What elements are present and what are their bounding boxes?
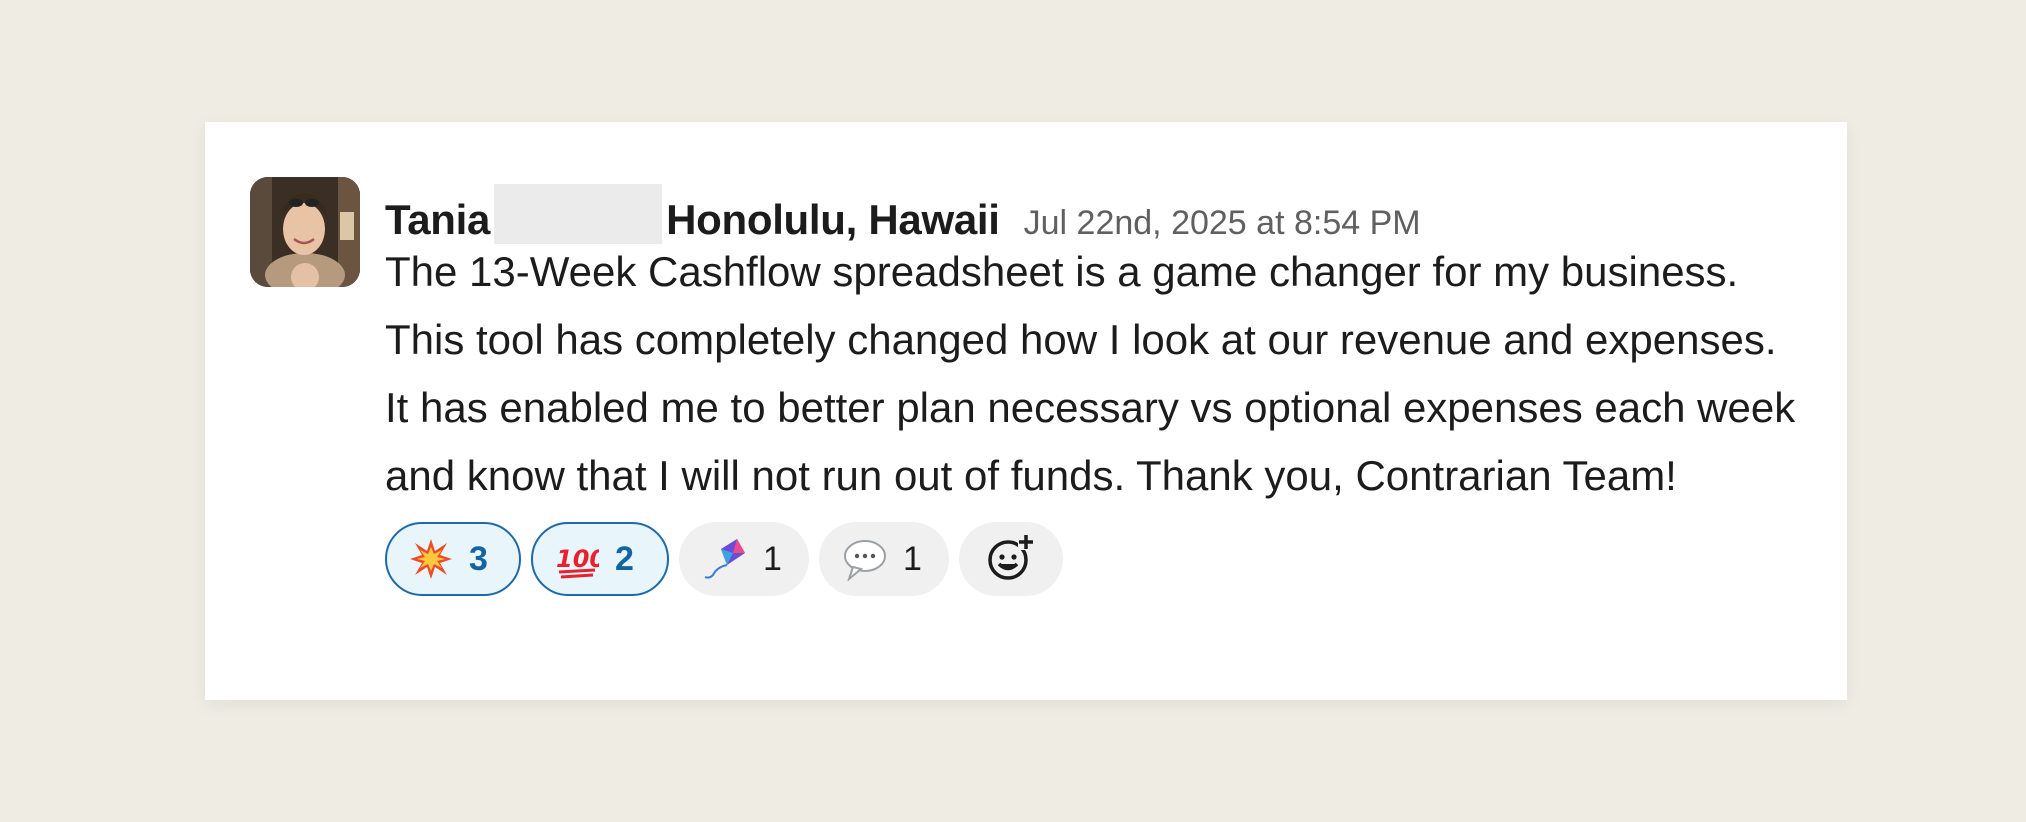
- reactions-bar: 3 100 2: [385, 522, 1805, 596]
- message-card: Tania Honolulu, Hawaii Jul 22nd, 2025 at…: [205, 122, 1847, 700]
- avatar[interactable]: [250, 177, 360, 287]
- message-body: The 13-Week Cashflow spreadsheet is a ga…: [385, 248, 1796, 499]
- message: Tania Honolulu, Hawaii Jul 22nd, 2025 at…: [385, 174, 1805, 596]
- kite-icon: [703, 537, 747, 581]
- message-header: Tania Honolulu, Hawaii Jul 22nd, 2025 at…: [385, 174, 1805, 244]
- author-name[interactable]: Tania: [385, 196, 490, 244]
- reaction-count: 1: [763, 540, 782, 578]
- hundred-points-icon: 100: [555, 537, 599, 581]
- redacted-name: [494, 184, 663, 244]
- author-location: Honolulu, Hawaii: [666, 196, 1000, 243]
- reaction-count: 2: [615, 540, 634, 578]
- reaction-count: 1: [903, 540, 922, 578]
- reaction-hundred[interactable]: 100 2: [531, 522, 669, 596]
- speech-bubble-icon: [843, 537, 887, 581]
- reaction-collision[interactable]: 3: [385, 522, 521, 596]
- reaction-speech[interactable]: 1: [819, 522, 949, 596]
- reaction-count: 3: [469, 540, 488, 578]
- collision-icon: [409, 537, 453, 581]
- reaction-kite[interactable]: 1: [679, 522, 809, 596]
- add-reaction-icon: [986, 532, 1036, 587]
- avatar-photo: [250, 177, 360, 287]
- add-reaction-button[interactable]: [959, 522, 1063, 596]
